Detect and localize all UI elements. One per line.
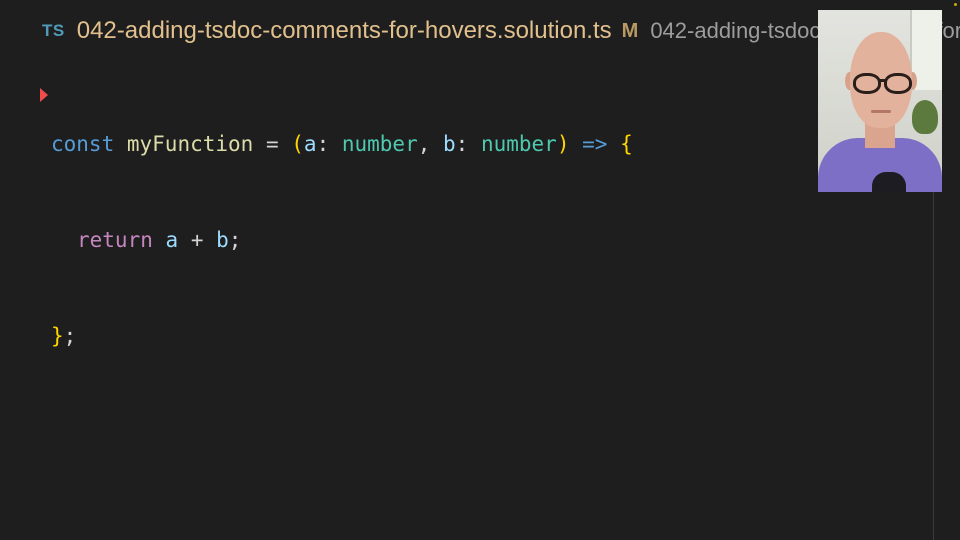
plant-background: [912, 100, 938, 134]
editor-tab-bar: TS 042-adding-tsdoc-comments-for-hovers.…: [0, 0, 960, 62]
token-open-brace: {: [620, 132, 633, 156]
glasses-icon: [853, 73, 881, 94]
token-var-b: b: [216, 228, 229, 252]
code-area[interactable]: const myFunction = (a: number, b: number…: [51, 64, 633, 416]
token-equals: =: [253, 132, 292, 156]
vertical-ruler: [933, 192, 934, 540]
code-line-3: };: [51, 320, 633, 352]
token-const: const: [51, 132, 115, 156]
token-type-number: number: [480, 132, 557, 156]
webcam-overlay: [818, 10, 942, 192]
token-semicolon: ;: [63, 324, 77, 348]
token-param-b: b: [443, 132, 456, 156]
token-var-a: a: [165, 228, 179, 252]
token-arrow: =>: [569, 132, 621, 156]
typescript-icon: TS: [42, 21, 65, 40]
token-return: return: [77, 228, 153, 252]
token-type-number: number: [341, 132, 418, 156]
token-colon: :: [316, 132, 342, 156]
token-colon: :: [455, 132, 481, 156]
tab-filename[interactable]: 042-adding-tsdoc-comments-for-hovers.sol…: [77, 17, 612, 45]
code-line-1: const myFunction = (a: number, b: number…: [51, 128, 633, 160]
token-plus: +: [178, 228, 217, 252]
token-param-a: a: [303, 132, 317, 156]
token-close-paren: ): [556, 132, 570, 156]
token-function-name: myFunction: [126, 132, 254, 156]
token-semicolon: ;: [228, 228, 242, 252]
error-triangle-icon[interactable]: [40, 88, 48, 102]
code-editor: TS 042-adding-tsdoc-comments-for-hovers.…: [0, 0, 960, 540]
token-comma: ,: [417, 132, 444, 156]
microphone-icon: [872, 172, 906, 192]
code-line-2: return a + b;: [51, 224, 633, 256]
notification-dot-icon: [954, 3, 957, 6]
token-close-brace: }: [51, 324, 64, 348]
git-modified-badge: M: [621, 19, 639, 42]
token-open-paren: (: [291, 132, 304, 156]
